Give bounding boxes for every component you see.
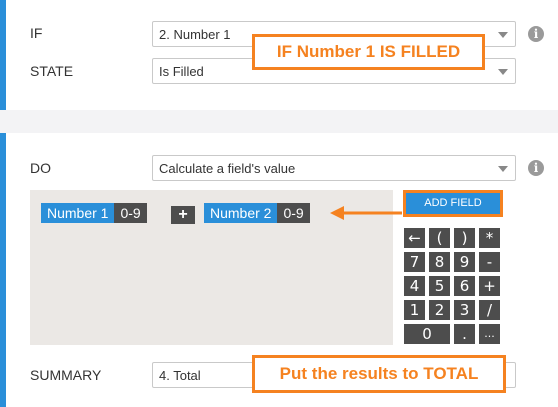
keypad-5[interactable]: 5 bbox=[429, 276, 450, 296]
keypad-multiply[interactable]: * bbox=[479, 228, 500, 248]
keypad-plus[interactable]: + bbox=[479, 276, 500, 296]
keypad-1[interactable]: 1 bbox=[404, 300, 425, 320]
keypad-3[interactable]: 3 bbox=[454, 300, 475, 320]
annotation-arrow bbox=[330, 206, 402, 220]
field-name: Number 1 bbox=[41, 203, 115, 223]
keypad-7[interactable]: 7 bbox=[404, 252, 425, 272]
do-action-value: Calculate a field's value bbox=[159, 161, 296, 176]
formula-field-number-1[interactable]: Number 1 0-9 bbox=[41, 203, 147, 223]
keypad-6[interactable]: 6 bbox=[454, 276, 475, 296]
state-label: STATE bbox=[30, 63, 74, 79]
keypad-close-paren[interactable]: ) bbox=[454, 228, 475, 248]
field-range: 0-9 bbox=[114, 203, 147, 223]
keypad-2[interactable]: 2 bbox=[429, 300, 450, 320]
add-field-button[interactable]: ADD FIELD bbox=[403, 190, 503, 217]
keypad-8[interactable]: 8 bbox=[429, 252, 450, 272]
formula-field-number-2[interactable]: Number 2 0-9 bbox=[204, 203, 310, 223]
do-label: DO bbox=[30, 160, 51, 176]
summary-label: SUMMARY bbox=[30, 367, 102, 383]
chevron-down-icon bbox=[498, 166, 508, 172]
keypad-backspace[interactable]: ← bbox=[404, 228, 425, 248]
summary-field-value: 4. Total bbox=[159, 368, 201, 383]
field-range: 0-9 bbox=[277, 203, 310, 223]
state-value: Is Filled bbox=[159, 64, 204, 79]
do-action-select[interactable]: Calculate a field's value bbox=[152, 155, 516, 181]
annotation-callout-result: Put the results to TOTAL bbox=[252, 355, 506, 393]
annotation-callout-condition: IF Number 1 IS FILLED bbox=[252, 34, 485, 70]
keypad-minus[interactable]: - bbox=[479, 252, 500, 272]
chevron-down-icon bbox=[498, 69, 508, 75]
formula-operator[interactable]: + bbox=[171, 206, 195, 224]
keypad-0[interactable]: 0 bbox=[404, 324, 450, 344]
if-field-value: 2. Number 1 bbox=[159, 27, 231, 42]
keypad-open-paren[interactable]: ( bbox=[429, 228, 450, 248]
keypad-more[interactable]: ... bbox=[479, 324, 500, 344]
info-icon[interactable]: i bbox=[528, 26, 544, 42]
keypad-divide[interactable]: / bbox=[479, 300, 500, 320]
keypad-decimal[interactable]: . bbox=[454, 324, 475, 344]
info-icon[interactable]: i bbox=[528, 160, 544, 176]
keypad-9[interactable]: 9 bbox=[454, 252, 475, 272]
field-name: Number 2 bbox=[204, 203, 278, 223]
keypad-4[interactable]: 4 bbox=[404, 276, 425, 296]
chevron-down-icon bbox=[498, 32, 508, 38]
if-label: IF bbox=[30, 25, 43, 41]
